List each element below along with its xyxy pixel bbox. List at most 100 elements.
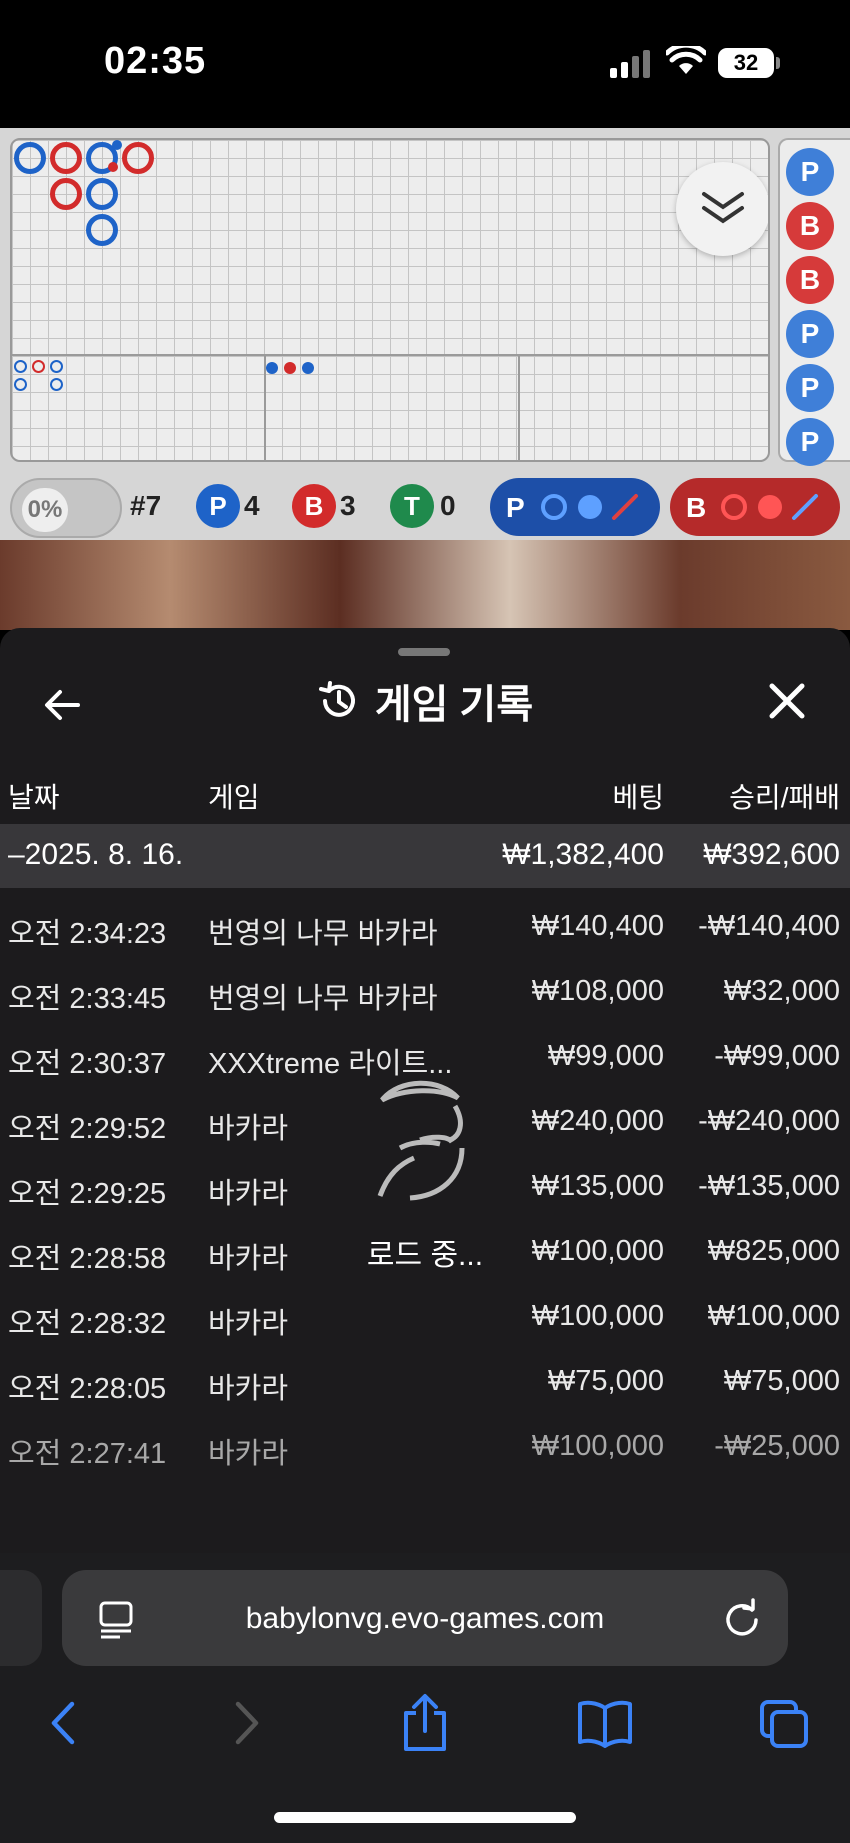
tabs-icon[interactable] [758,1698,810,1750]
row-game: 바카라 [208,1373,289,1405]
share-icon[interactable] [398,1693,452,1753]
player-count-badge: P [196,484,240,528]
tie-count-badge: T [390,484,434,528]
grid-divider [518,354,520,460]
prediction-markers-icon [541,494,638,520]
banker-ring [122,142,154,174]
reload-icon[interactable] [722,1598,762,1638]
banker-predict-label: B [686,492,707,523]
banker-predict-button[interactable]: B [670,478,840,536]
table-row[interactable]: 오전 2:27:41 바카라 ₩100,000 -₩25,000 [0,1418,850,1483]
row-winloss: -₩140,400 [698,910,840,942]
row-bet: ₩100,000 [531,1430,664,1462]
side-result: P [786,148,834,196]
player-pair-dot [112,140,122,150]
row-bet: ₩240,000 [531,1105,664,1137]
game-history-panel: 게임 기록 날짜 게임 베팅 승리/패배 –2025. 8. 16. ₩1,38… [0,628,850,1553]
tie-count: 0 [440,490,456,521]
history-icon [318,681,355,717]
row-time: 오전 2:34:23 [8,918,167,950]
col-game: 게임 [208,782,260,813]
row-bet: ₩100,000 [531,1300,664,1332]
player-predict-button[interactable]: P [490,478,660,536]
row-game: 바카라 [208,1438,289,1470]
banker-count-badge: B [292,484,336,528]
row-winloss: ₩825,000 [707,1235,840,1267]
url-text: babylonvg.evo-games.com [245,1602,605,1635]
scroll-fade [0,1478,850,1553]
row-time: 오전 2:33:45 [8,983,167,1015]
banker-ring [50,142,82,174]
row-bet: ₩108,000 [531,975,664,1007]
row-game: 바카라 [208,1308,289,1340]
side-result: P [786,364,834,412]
grid-divider [12,354,768,356]
prediction-markers-icon [721,494,818,520]
table-row[interactable]: 오전 2:33:45 번영의 나무 바카라 ₩108,000 ₩32,000 [0,963,850,1028]
side-result: B [786,256,834,304]
previous-tab-preview[interactable] [0,1570,42,1666]
percent-toggle[interactable]: 0% [10,478,122,538]
row-winloss: -₩240,000 [698,1105,840,1137]
banker-ring [50,178,82,210]
percent-label: 0% [22,488,68,532]
close-icon[interactable] [762,676,812,726]
table-row[interactable]: 오전 2:34:23 번영의 나무 바카라 ₩140,400 -₩140,400 [0,898,850,963]
address-bar[interactable]: babylonvg.evo-games.com [62,1570,788,1666]
row-bet: ₩140,400 [531,910,664,942]
bead-road-grid [10,138,770,462]
result-column: P B B P P P [778,138,850,466]
table-row[interactable]: 오전 2:28:05 바카라 ₩75,000 ₩75,000 [0,1353,850,1418]
row-winloss: ₩100,000 [707,1300,840,1332]
col-winloss: 승리/패배 [729,782,840,813]
banker-pair-dot [108,162,118,172]
row-time: 오전 2:30:37 [8,1048,167,1080]
row-time: 오전 2:28:58 [8,1243,167,1275]
row-bet: ₩135,000 [531,1170,664,1202]
row-bet: ₩75,000 [547,1365,664,1397]
summary-date: –2025. 8. 16. [8,838,184,871]
row-winloss: -₩99,000 [714,1040,840,1072]
small-player-ring [50,360,63,373]
table-row[interactable]: 오전 2:28:32 바카라 ₩100,000 ₩100,000 [0,1288,850,1353]
row-time: 오전 2:29:52 [8,1113,167,1145]
live-video-strip [0,540,850,630]
col-date: 날짜 [8,782,60,813]
row-bet: ₩99,000 [547,1040,664,1072]
summary-bet: ₩1,382,400 [502,838,664,871]
clock: 02:35 [104,40,207,82]
summary-winloss: ₩392,600 [703,838,840,871]
loading-spinner-icon [377,1080,465,1201]
row-winloss: -₩135,000 [698,1170,840,1202]
forward-icon[interactable] [228,1698,264,1748]
row-winloss: ₩32,000 [723,975,840,1007]
small-player-dot [302,362,314,374]
home-indicator [274,1812,576,1823]
row-game: 바카라 [208,1113,289,1145]
drag-handle[interactable] [398,648,450,656]
bookmarks-icon[interactable] [576,1698,634,1748]
collapse-button[interactable] [676,162,768,256]
side-result: P [786,418,834,466]
side-result: P [786,310,834,358]
player-ring [86,214,118,246]
panel-title-text: 게임 기록 [374,683,534,727]
date-summary-row[interactable]: –2025. 8. 16. ₩1,382,400 ₩392,600 [0,824,850,888]
row-time: 오전 2:28:32 [8,1308,167,1340]
player-ring [86,178,118,210]
col-bet: 베팅 [612,782,664,813]
small-player-ring [14,378,27,391]
small-player-ring [50,378,63,391]
back-icon[interactable] [46,1698,82,1748]
game-area: P B B P P P 0% #7 P 4 B 3 T 0 P B [0,128,850,540]
row-time: 오전 2:29:25 [8,1178,167,1210]
row-game: 바카라 [208,1243,289,1275]
small-player-dot [266,362,278,374]
row-game: 번영의 나무 바카라 [208,983,438,1015]
small-banker-dot [284,362,296,374]
row-time: 오전 2:27:41 [8,1438,167,1470]
stats-bar: 0% #7 P 4 B 3 T 0 P B [0,466,850,540]
battery-tip [776,57,780,69]
small-player-ring [14,360,27,373]
row-game: 바카라 [208,1178,289,1210]
